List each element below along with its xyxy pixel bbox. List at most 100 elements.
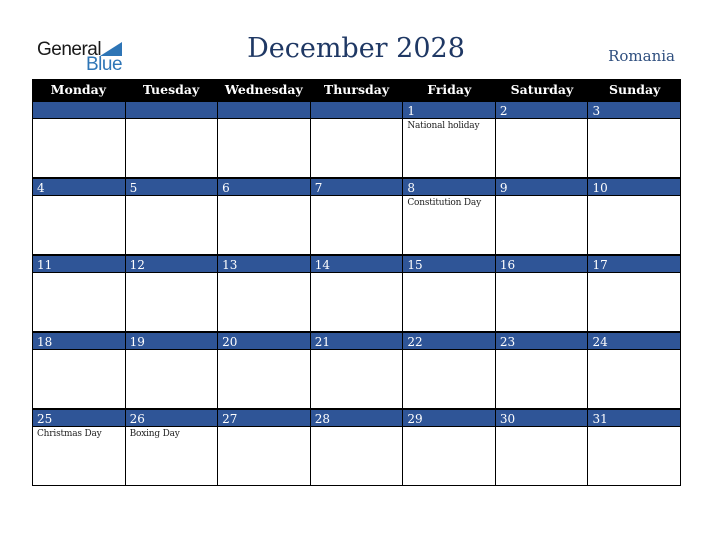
day-number: 7	[310, 178, 403, 196]
holiday-label	[126, 119, 218, 121]
day-number: 11	[33, 255, 125, 273]
day-cell: 8 Constitution Day	[402, 178, 495, 255]
weekday-header: Monday Tuesday Wednesday Thursday Friday…	[32, 79, 681, 101]
week-row: 1 National holiday 2 3	[32, 101, 682, 178]
holiday-label: Boxing Day	[129, 429, 180, 439]
holiday-label	[33, 119, 125, 121]
day-number: 14	[310, 255, 403, 273]
holiday-label	[588, 119, 680, 121]
weekday-monday: Monday	[50, 82, 107, 97]
day-number: 24	[588, 332, 681, 350]
day-cell: 20	[217, 332, 310, 409]
day-number: 21	[310, 332, 403, 350]
day-number: 30	[495, 409, 588, 427]
day-cell: 17	[587, 255, 682, 332]
day-cell: 6	[217, 178, 310, 255]
holiday-label	[311, 196, 403, 198]
day-cell: 28	[309, 409, 403, 486]
day-number	[125, 101, 218, 119]
holiday-label	[218, 196, 310, 198]
day-cell: 2	[494, 101, 588, 178]
day-cell: 5	[124, 178, 218, 255]
day-cell: 7	[309, 178, 403, 255]
holiday-label	[311, 119, 403, 121]
week-row: 18 19 20 21 22 23 24	[32, 332, 682, 409]
day-number: 23	[495, 332, 588, 350]
weekday-friday: Friday	[427, 82, 472, 97]
day-cell: 24	[587, 332, 682, 409]
day-number: 3	[588, 101, 681, 119]
holiday-label	[33, 196, 125, 198]
day-number	[218, 101, 310, 119]
holiday-label	[496, 196, 588, 198]
day-cell: 12	[124, 255, 218, 332]
day-number: 8	[403, 178, 495, 196]
day-number: 1	[403, 101, 495, 119]
day-number: 31	[588, 409, 681, 427]
day-number	[310, 101, 403, 119]
day-number: 17	[588, 255, 681, 273]
holiday-label: Christmas Day	[37, 429, 102, 439]
day-cell: 1 National holiday	[402, 101, 495, 178]
day-cell: 4	[32, 178, 125, 255]
day-cell: 26 Boxing Day	[124, 409, 218, 486]
day-number: 6	[218, 178, 310, 196]
day-cell	[309, 101, 403, 178]
day-number: 19	[125, 332, 218, 350]
day-number: 26	[125, 409, 218, 427]
weekday-thursday: Thursday	[323, 82, 390, 97]
day-number: 20	[218, 332, 310, 350]
day-number: 28	[310, 409, 403, 427]
day-number: 12	[125, 255, 218, 273]
day-number: 15	[403, 255, 495, 273]
day-number: 22	[403, 332, 495, 350]
day-cell: 9	[494, 178, 588, 255]
weekday-saturday: Saturday	[510, 82, 574, 97]
day-cell: 10	[587, 178, 682, 255]
day-cell: 23	[494, 332, 588, 409]
day-cell: 19	[124, 332, 218, 409]
day-cell: 30	[494, 409, 588, 486]
day-cell: 25 Christmas Day	[32, 409, 125, 486]
day-cell: 27	[217, 409, 310, 486]
week-row: 4 5 6 7 8 Constitution Day 9 10	[32, 178, 682, 255]
calendar-title: December 2028	[247, 33, 465, 64]
day-cell: 21	[309, 332, 403, 409]
day-number: 16	[495, 255, 588, 273]
holiday-label	[496, 119, 588, 121]
day-cell: 18	[32, 332, 125, 409]
day-number: 4	[33, 178, 125, 196]
week-row: 25 Christmas Day 26 Boxing Day 27 28 29 30 31	[32, 409, 682, 486]
holiday-label	[126, 196, 218, 198]
day-number: 29	[403, 409, 495, 427]
day-cell: 31	[587, 409, 682, 486]
holiday-label: National holiday	[407, 121, 480, 131]
country-label: Romania	[608, 47, 675, 65]
weekday-wednesday: Wednesday	[224, 82, 303, 97]
day-number: 10	[588, 178, 681, 196]
day-cell: 16	[494, 255, 588, 332]
weekday-tuesday: Tuesday	[142, 82, 200, 97]
holiday-label	[218, 119, 310, 121]
day-cell: 3	[587, 101, 682, 178]
day-cell: 15	[402, 255, 495, 332]
day-cell: 13	[217, 255, 310, 332]
day-number: 2	[495, 101, 588, 119]
day-number: 5	[125, 178, 218, 196]
day-number: 9	[495, 178, 588, 196]
day-number: 18	[33, 332, 125, 350]
day-number: 25	[33, 409, 125, 427]
day-cell	[124, 101, 218, 178]
day-cell: 29	[402, 409, 495, 486]
day-cell: 11	[32, 255, 125, 332]
day-number: 27	[218, 409, 310, 427]
day-number: 13	[218, 255, 310, 273]
weekday-sunday: Sunday	[609, 82, 661, 97]
day-number	[33, 101, 125, 119]
week-row: 11 12 13 14 15 16 17	[32, 255, 682, 332]
holiday-label: Constitution Day	[407, 198, 481, 208]
calendar-grid: Monday Tuesday Wednesday Thursday Friday…	[32, 79, 682, 486]
day-cell	[217, 101, 310, 178]
day-cell: 14	[309, 255, 403, 332]
day-cell: 22	[402, 332, 495, 409]
